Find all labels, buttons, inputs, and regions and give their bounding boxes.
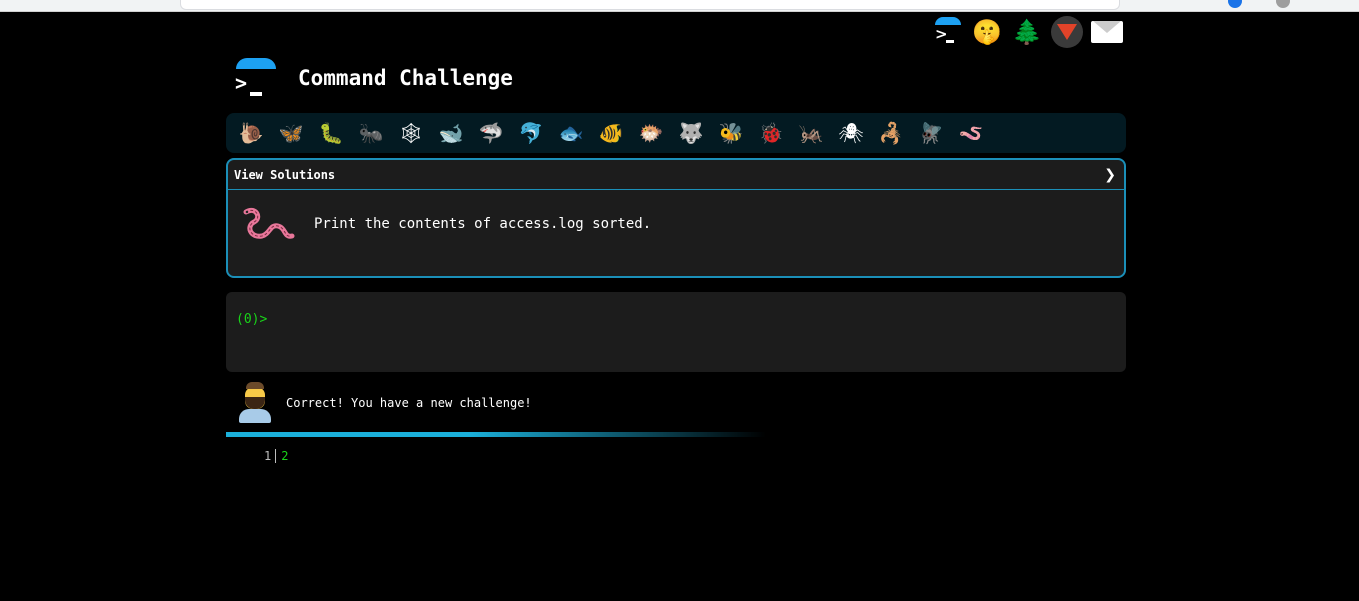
page-header: > Command Challenge bbox=[234, 58, 513, 98]
butterfly-icon[interactable]: 🦋 bbox=[274, 118, 308, 148]
evergreen-tree-icon[interactable]: 🌲 bbox=[1011, 16, 1043, 48]
terminal-prompt: (0)> bbox=[236, 312, 268, 327]
scorpion-icon[interactable]: 🦂 bbox=[874, 118, 908, 148]
challenge-panel: View Solutions ❯ Print the contents of a… bbox=[226, 158, 1126, 278]
challenge-level-bar: 🐌 🦋 🐛 🐜 🕸 🐋 🦈 🐬 🐟 🐠 🐡 🐺 🐝 🐞 🦗 🕷 🦂 🪰 🪱 bbox=[226, 113, 1126, 153]
snail-icon[interactable]: 🐌 bbox=[234, 118, 268, 148]
bearded-man-avatar bbox=[236, 382, 274, 424]
command-challenge-logo[interactable]: > bbox=[234, 58, 278, 98]
cricket-icon[interactable]: 🦗 bbox=[794, 118, 828, 148]
view-solutions-toggle[interactable]: View Solutions ❯ bbox=[228, 160, 1124, 190]
command-prompt-icon[interactable]: > bbox=[931, 16, 963, 48]
shushing-face-icon[interactable]: 🤫 bbox=[971, 16, 1003, 48]
profile-icon[interactable] bbox=[1228, 0, 1242, 8]
line-counter: 1 2 bbox=[264, 449, 288, 463]
challenge-description: Print the contents of access.log sorted. bbox=[314, 216, 652, 232]
blowfish-icon[interactable]: 🐡 bbox=[634, 118, 668, 148]
fish-icon[interactable]: 🐟 bbox=[554, 118, 588, 148]
caterpillar-icon[interactable]: 🐛 bbox=[314, 118, 348, 148]
result-message: Correct! You have a new challenge! bbox=[286, 396, 532, 410]
dolphin-icon[interactable]: 🐬 bbox=[514, 118, 548, 148]
ant-icon[interactable]: 🐜 bbox=[354, 118, 388, 148]
ladybug-icon[interactable]: 🐞 bbox=[754, 118, 788, 148]
envelope-icon[interactable] bbox=[1091, 16, 1123, 48]
result-message-row: Correct! You have a new challenge! bbox=[236, 382, 532, 424]
shark-icon[interactable]: 🦈 bbox=[474, 118, 508, 148]
gitlab-icon[interactable] bbox=[1051, 16, 1083, 48]
browser-chrome-strip bbox=[0, 0, 1359, 12]
bee-icon[interactable]: 🐝 bbox=[714, 118, 748, 148]
top-nav-icons: > 🤫 🌲 bbox=[931, 16, 1123, 48]
wolf-icon[interactable]: 🐺 bbox=[674, 118, 708, 148]
worm-icon bbox=[243, 207, 295, 239]
menu-icon[interactable] bbox=[1276, 0, 1290, 8]
progress-bar bbox=[226, 432, 766, 437]
fly-icon[interactable]: 🪰 bbox=[914, 118, 948, 148]
spider-web-icon[interactable]: 🕸 bbox=[394, 118, 428, 148]
address-bar[interactable] bbox=[180, 0, 1120, 10]
page-title: Command Challenge bbox=[298, 66, 513, 90]
line-number-current: 2 bbox=[281, 449, 289, 463]
view-solutions-label: View Solutions bbox=[234, 167, 336, 182]
chevron-right-icon: ❯ bbox=[1104, 166, 1116, 183]
whale-icon[interactable]: 🐋 bbox=[434, 118, 468, 148]
worm-icon[interactable]: 🪱 bbox=[954, 118, 988, 148]
line-number-previous: 1 bbox=[264, 449, 277, 463]
terminal[interactable]: (0)> bbox=[226, 292, 1126, 372]
spider-icon[interactable]: 🕷 bbox=[834, 118, 868, 148]
tropical-fish-icon[interactable]: 🐠 bbox=[594, 118, 628, 148]
